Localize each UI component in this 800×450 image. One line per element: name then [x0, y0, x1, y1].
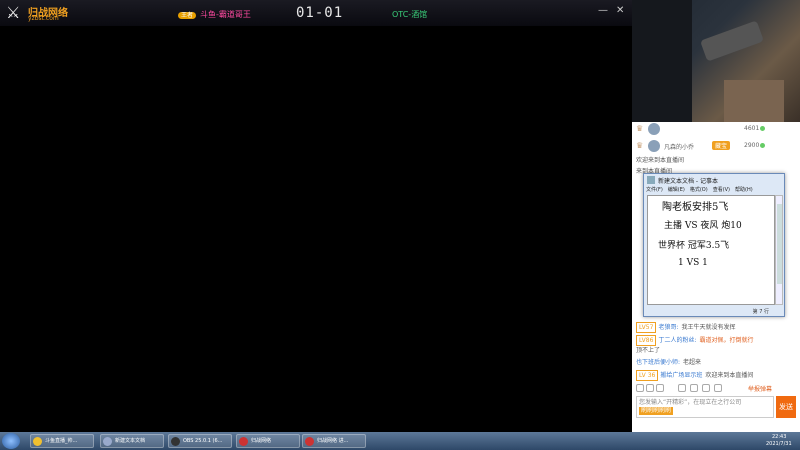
taskbar-item[interactable]: 斗鱼直播_帅... — [30, 434, 94, 448]
cardboard-box — [724, 80, 784, 122]
webcam-feed — [632, 0, 800, 122]
microphone-arm — [700, 20, 764, 62]
rank-value: 2900 — [744, 142, 760, 149]
taskbar: 斗鱼直播_帅... 新建文本文档 OBS 25.0.1 (6... 归战网络 归… — [0, 432, 800, 450]
at-icon[interactable] — [702, 384, 710, 392]
chat-level: LV86 — [636, 335, 657, 346]
chat-mini-button[interactable]: 刷刷刷刷刷 — [639, 407, 674, 415]
status-dot — [760, 126, 765, 131]
chat-message: 顶不上了 — [636, 346, 796, 355]
chat-message: LV57 老狼哥: 我王牛天就没有发挥 — [636, 322, 796, 333]
chat-toolbar: 举报弹幕 — [632, 382, 800, 394]
clock-date[interactable]: 2021/7/31 — [766, 441, 792, 447]
notepad-line: 陶老板安排5飞 — [662, 202, 729, 213]
avatar — [648, 140, 660, 152]
chat-message: LV86 丁二人的粉丝: 霸道对佩，打倒就行 — [636, 335, 796, 346]
taskbar-item[interactable]: 归战网络 进... — [302, 434, 366, 448]
notepad-line: 主播 VS 夜风 炮10 — [664, 221, 742, 231]
chat-nick[interactable]: 搬给广场显示班 — [660, 372, 702, 379]
chat-nick[interactable]: 老狼哥: — [658, 324, 678, 331]
color-icon[interactable] — [678, 384, 686, 392]
chat-input[interactable]: 您发输入“开精彩”，在现立在之行公司 刷刷刷刷刷 — [636, 396, 774, 418]
team-left-name: 斗鱼-霸道哥王 — [200, 10, 251, 19]
menu-help[interactable]: 帮助(H) — [735, 187, 753, 193]
chat-nick[interactable]: 丁二人的粉丝: — [658, 337, 696, 344]
chat-text: 霸道对佩，打倒就行 — [699, 337, 754, 344]
notepad-title-bar[interactable]: 新建文本文档 - 记事本 — [644, 174, 784, 186]
screen: ⚔ 归战网络 yzbst.com 王者 斗鱼-霸道哥王 01-01 OTC-酒馆 … — [0, 0, 800, 450]
rank-row[interactable]: ♛ 4601 — [632, 122, 800, 136]
site-logo: ⚔ 归战网络 yzbst.com — [6, 3, 86, 23]
chat-input-placeholder: 您发输入“开精彩”，在现立在之行公司 — [639, 399, 742, 406]
chat-level: LV57 — [636, 322, 657, 333]
notepad-scrollbar[interactable] — [775, 195, 783, 305]
streamer-figure — [632, 0, 692, 122]
rank-name: 凡森的小乔 — [664, 144, 695, 151]
team-left: 王者 斗鱼-霸道哥王 — [178, 9, 251, 20]
status-dot — [760, 143, 765, 148]
notepad-line: 世界杯 冠军3.5飞 — [658, 241, 730, 251]
taskbar-item[interactable]: OBS 25.0.1 (6... — [168, 434, 232, 448]
scrollbar-thumb[interactable] — [777, 204, 782, 284]
rank-row[interactable]: ♛ 凡森的小乔 藏宝 2900 — [632, 139, 800, 153]
send-button[interactable]: 发送 — [776, 396, 796, 418]
crown-icon: ♛ — [636, 124, 644, 133]
chat-text: 老超来 — [683, 359, 702, 366]
chat-nick[interactable]: 也下班后便小师: — [636, 359, 680, 366]
clock-time[interactable]: 22:43 — [772, 434, 786, 440]
notepad-text-area[interactable]: 陶老板安排5飞 主播 VS 夜风 炮10 世界杯 冠军3.5飞 1 VS 1 — [647, 195, 775, 305]
app-icon — [239, 437, 248, 446]
menu-format[interactable]: 格式(O) — [690, 187, 708, 193]
emoji-icon[interactable] — [636, 384, 644, 392]
chat-text: 欢迎来到本直播间 — [705, 372, 754, 379]
avatar — [648, 123, 660, 135]
chrome-icon — [33, 437, 42, 446]
image-icon[interactable] — [714, 384, 722, 392]
notepad-window[interactable]: 新建文本文档 - 记事本 文件(F) 编辑(E) 格式(O) 查看(V) 帮助(H) 陶… — [643, 173, 785, 317]
chat-message: 也下班后便小师: 老超来 — [636, 358, 796, 367]
report-danmaku-link[interactable]: 举报弹幕 — [748, 384, 772, 393]
rank-badge: 藏宝 — [712, 141, 731, 150]
system-tray: 22:43 2021/7/31 — [690, 434, 800, 448]
chat-text: 欢迎来到本直播间 — [636, 157, 685, 164]
match-score: 01-01 — [296, 5, 344, 21]
chat-text: 我王牛天就没有发挥 — [681, 324, 736, 331]
app-icon — [305, 437, 314, 446]
start-button[interactable] — [2, 433, 20, 449]
rank-value: 4601 — [744, 125, 760, 132]
stream-title-bar: ⚔ 归战网络 yzbst.com 王者 斗鱼-霸道哥王 01-01 OTC-酒馆 … — [0, 0, 632, 26]
team-right-name: OTC-酒馆 — [392, 10, 428, 19]
taskbar-item[interactable]: 新建文本文档 — [100, 434, 164, 448]
logo-url: yzbst.com — [28, 15, 59, 22]
chat-level: LV 36 — [636, 370, 659, 381]
chat-message: 欢迎来到本直播间 — [636, 156, 796, 165]
stream-viewport[interactable]: ⚔ 归战网络 yzbst.com 王者 斗鱼-霸道哥王 01-01 OTC-酒馆 … — [0, 0, 632, 432]
logo-mark-icon: ⚔ — [6, 3, 21, 22]
notepad-status-bar: 第 7 行 — [752, 309, 769, 315]
gift-icon[interactable] — [646, 384, 654, 392]
notepad-icon — [647, 176, 655, 184]
close-button[interactable]: ✕ — [616, 5, 624, 16]
taskbar-item[interactable]: 归战网络 — [236, 434, 300, 448]
minimize-button[interactable]: — — [598, 5, 608, 16]
menu-edit[interactable]: 编辑(E) — [668, 187, 685, 193]
notepad-line: 1 VS 1 — [678, 258, 708, 268]
notepad-title: 新建文本文档 - 记事本 — [658, 178, 718, 185]
chat-text: 顶不上了 — [636, 347, 661, 354]
notepad-menu-bar: 文件(F) 编辑(E) 格式(O) 查看(V) 帮助(H) — [646, 186, 782, 195]
team-left-rank-badge: 王者 — [178, 12, 197, 19]
chat-message: LV 36 搬给广场显示班 欢迎来到本直播间 — [636, 370, 796, 381]
crown-icon: ♛ — [636, 141, 644, 150]
menu-view[interactable]: 查看(V) — [713, 187, 730, 193]
obs-icon — [171, 437, 180, 446]
menu-file[interactable]: 文件(F) — [646, 187, 663, 193]
font-icon[interactable] — [690, 384, 698, 392]
fans-icon[interactable] — [656, 384, 664, 392]
notepad-icon — [103, 437, 112, 446]
